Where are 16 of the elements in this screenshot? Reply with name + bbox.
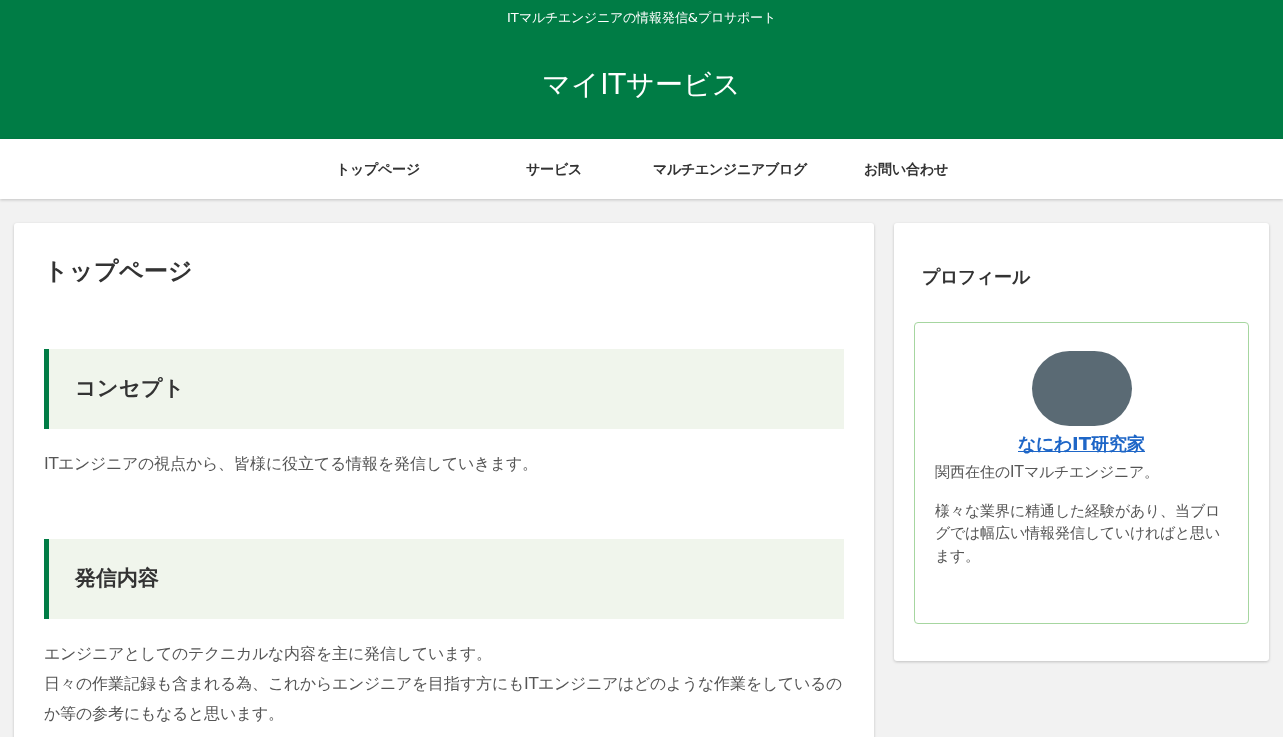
- body-text: 日々の作業記録も含まれる為、これからエンジニアを目指す方にもITエンジニアはどのような作業をしているのか等の参考にもなると思います。: [44, 673, 844, 725]
- profile-name-link[interactable]: なにわIT研究家: [1018, 430, 1145, 457]
- section-heading: 発信内容: [44, 539, 844, 619]
- section-heading: コンセプト: [44, 349, 844, 429]
- widget-title: プロフィール: [921, 265, 1032, 289]
- body-text: ITエンジニアの視点から、皆様に役立てる情報を発信していきます。: [44, 453, 540, 475]
- nav-link[interactable]: マルチエンジニアブログ: [641, 158, 818, 180]
- bio-text: 様々な業界に精通した経験があり、当ブログでは幅広い情報発信していければと思います。: [935, 500, 1221, 567]
- nav-link[interactable]: トップページ: [289, 158, 466, 180]
- page-title: トップページ: [44, 256, 194, 287]
- site-tagline: ITマルチエンジニアの情報発信&プロサポート: [507, 9, 776, 27]
- bio-text: 関西在住のITマルチエンジニア。: [935, 462, 1160, 483]
- body-text: エンジニアとしてのテクニカルな内容を主に発信しています。: [44, 643, 493, 665]
- nav-link[interactable]: サービス: [465, 158, 642, 180]
- site-title[interactable]: マイITサービス: [542, 63, 741, 106]
- nav-link[interactable]: お問い合わせ: [817, 158, 994, 180]
